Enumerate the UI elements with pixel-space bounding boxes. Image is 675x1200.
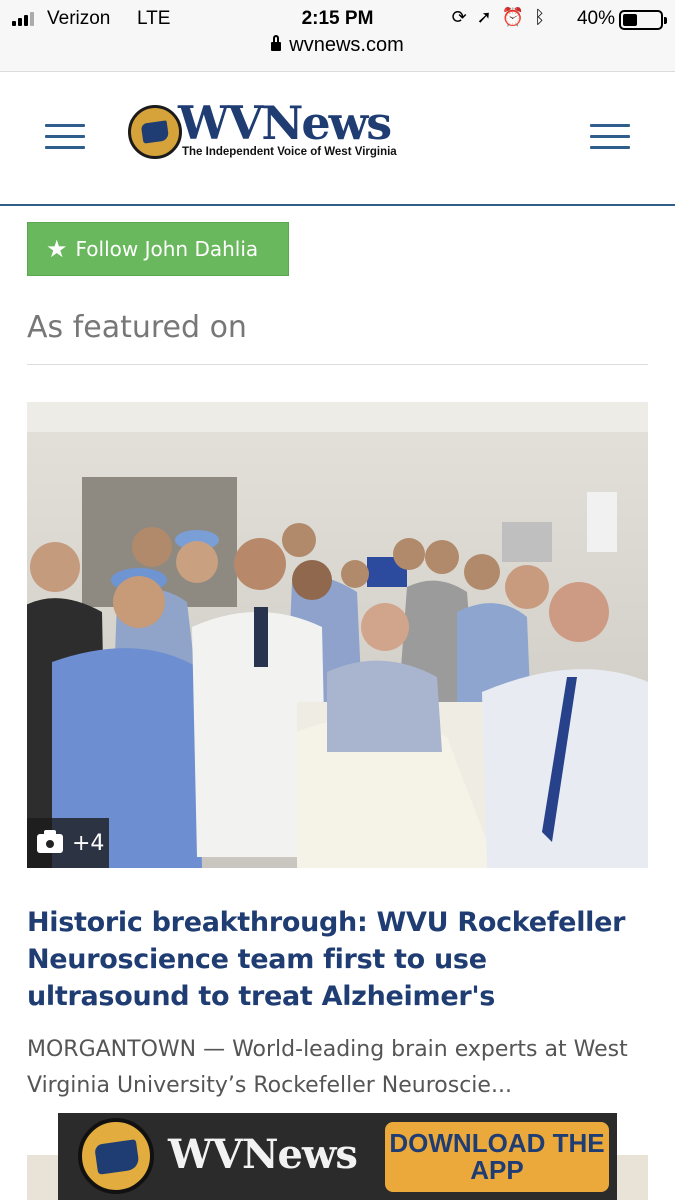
download-app-button[interactable]: DOWNLOAD THE APP — [385, 1122, 609, 1192]
url-bar[interactable]: wvnews.com — [0, 34, 675, 57]
logo-wordmark: WVNews — [178, 96, 392, 150]
section-title: As featured on — [27, 310, 247, 345]
photo-count-badge[interactable]: +4 — [27, 818, 109, 868]
camera-icon — [37, 829, 63, 853]
article-photo[interactable] — [27, 402, 648, 868]
url-text: wvnews.com — [289, 34, 404, 56]
clock: 2:15 PM — [301, 8, 374, 29]
status-row: Verizon LTE 2:15 PM ⟳ ➚ ⏰ ᛒ 40% — [0, 6, 675, 32]
app-download-banner[interactable]: WVNews DOWNLOAD THE APP — [58, 1113, 617, 1200]
photo-count: +4 — [72, 830, 105, 856]
follow-label: Follow John Dahlia — [75, 237, 259, 261]
screen-rotation-lock-icon: ⟳ — [451, 7, 467, 27]
logo-tagline: The Independent Voice of West Virginia — [182, 146, 397, 158]
menu-icon-right[interactable] — [590, 124, 630, 150]
west-virginia-seal-icon — [78, 1118, 154, 1194]
divider — [27, 364, 648, 365]
wvnews-logo[interactable]: WVNews The Independent Voice of West Vir… — [128, 96, 408, 166]
site-header: WVNews The Independent Voice of West Vir… — [0, 72, 675, 206]
star-icon: ★ — [46, 235, 68, 263]
battery-fill — [623, 14, 637, 26]
article-headline[interactable]: Historic breakthrough: WVU Rockefeller N… — [27, 904, 652, 1015]
status-icons: ⟳ ➚ ⏰ ᛒ — [452, 7, 545, 28]
west-virginia-seal-icon — [128, 105, 182, 159]
menu-icon-left[interactable] — [45, 124, 85, 150]
lock-icon — [271, 35, 282, 51]
alarm-icon: ⏰ — [501, 7, 525, 27]
ios-status-bar: Verizon LTE 2:15 PM ⟳ ➚ ⏰ ᛒ 40% wvnews.c… — [0, 0, 675, 72]
banner-wordmark: WVNews — [168, 1131, 358, 1178]
battery-percent: 40% — [576, 8, 615, 29]
follow-author-button[interactable]: ★ Follow John Dahlia — [27, 222, 289, 276]
location-arrow-icon: ➚ — [476, 7, 492, 27]
article-summary: MORGANTOWN — World-leading brain experts… — [27, 1037, 628, 1098]
battery-icon — [619, 10, 667, 30]
bluetooth-icon: ᛒ — [534, 7, 545, 27]
